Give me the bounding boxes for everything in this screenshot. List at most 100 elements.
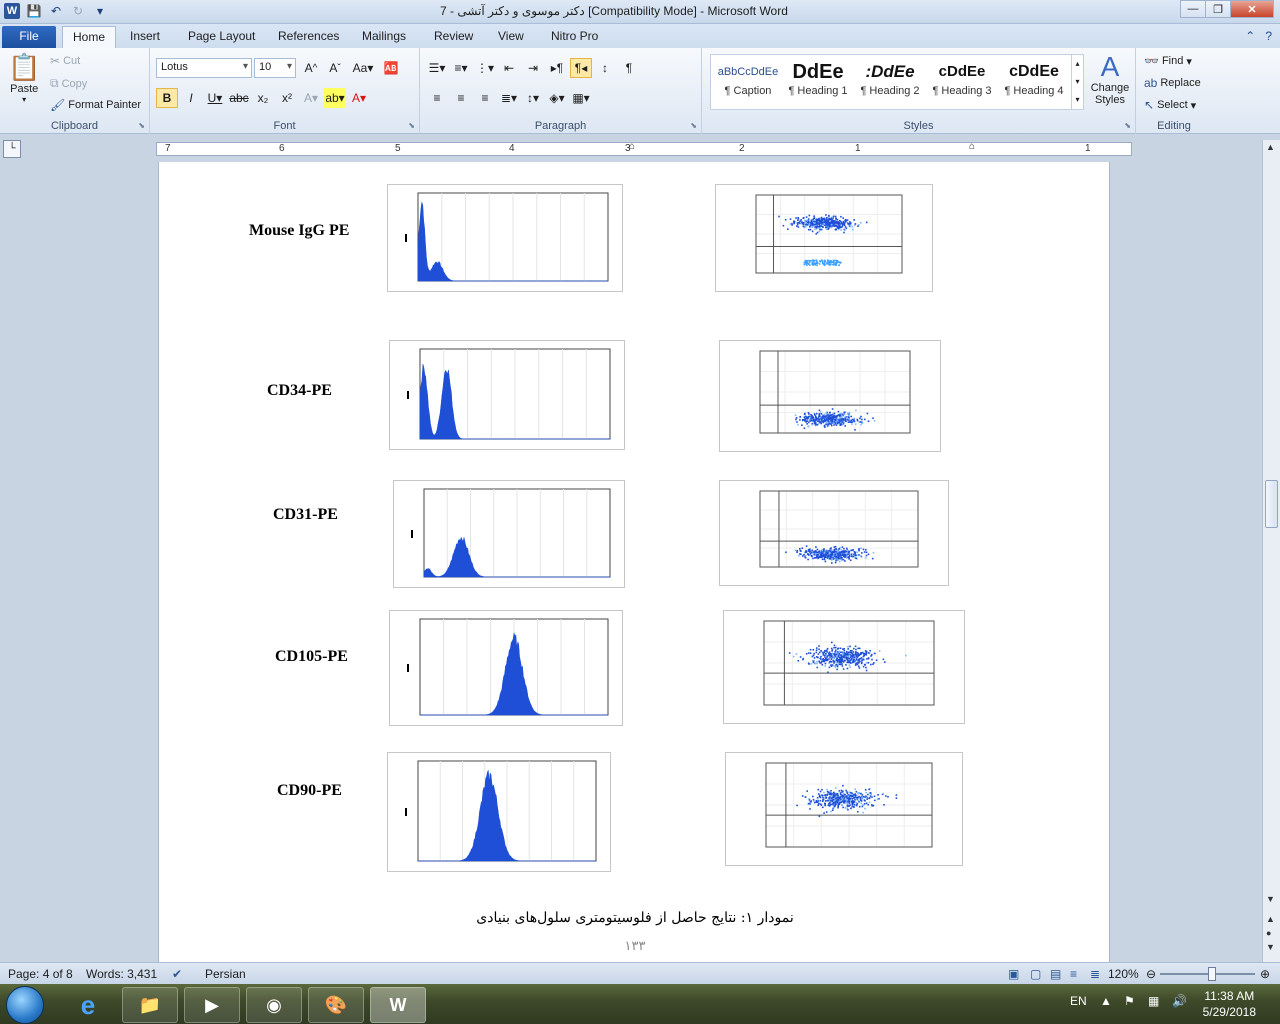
view-print-layout-icon[interactable]: ▣	[1008, 967, 1019, 981]
increase-indent-icon[interactable]: ⇥	[522, 58, 544, 78]
zoom-slider-knob[interactable]	[1208, 967, 1216, 981]
volume-icon[interactable]: 🔊	[1172, 994, 1187, 1008]
style-heading-3[interactable]: cDdEe ¶ Heading 3	[927, 57, 997, 107]
scroll-up-icon[interactable]: ▲	[1266, 142, 1275, 152]
indent-marker-icon[interactable]: ⌂	[629, 141, 635, 152]
language-indicator[interactable]: Persian	[205, 967, 246, 981]
multilevel-list-icon[interactable]: ⋮▾	[474, 58, 496, 78]
shrink-font-icon[interactable]: Aˇ	[324, 58, 346, 78]
dialog-launcher-icon[interactable]: ⬊	[138, 121, 145, 130]
tab-file[interactable]: File	[2, 26, 56, 48]
replace-button[interactable]: ab Replace	[1144, 76, 1201, 90]
view-web-layout-icon[interactable]: ▤	[1050, 967, 1061, 981]
align-left-icon[interactable]: ≡	[426, 88, 448, 108]
tab-page-layout[interactable]: Page Layout	[178, 26, 265, 48]
decrease-indent-icon[interactable]: ⇤	[498, 58, 520, 78]
grow-font-icon[interactable]: A ^	[300, 58, 322, 78]
network-icon[interactable]: ▦	[1148, 994, 1159, 1008]
clock[interactable]: 11:38 AM 5/29/2018	[1203, 988, 1256, 1020]
scroll-thumb[interactable]	[1265, 480, 1278, 528]
style-heading-4[interactable]: cDdEe ¶ Heading 4	[999, 57, 1069, 107]
text-effects-icon[interactable]: A▾	[300, 88, 322, 108]
bold-icon[interactable]: B	[156, 88, 178, 108]
chrome-icon[interactable]: ◉	[246, 987, 302, 1023]
ltr-icon[interactable]: ▸¶	[546, 58, 568, 78]
justify-icon[interactable]: ≣▾	[498, 88, 520, 108]
tab-nitro-pro[interactable]: Nitro Pro	[541, 26, 608, 48]
dialog-launcher-icon[interactable]: ⬊	[1124, 121, 1131, 130]
tab-selector-button[interactable]: └	[3, 140, 21, 158]
select-button[interactable]: ↖ Select ▾	[1144, 98, 1196, 112]
tab-view[interactable]: View	[488, 26, 534, 48]
view-full-screen-icon[interactable]: ▢	[1030, 967, 1041, 981]
italic-icon[interactable]: I	[180, 88, 202, 108]
copy-button[interactable]: ⧉ Copy	[50, 76, 87, 91]
show-hidden-icons-icon[interactable]: ▲	[1100, 994, 1112, 1008]
bullets-icon[interactable]: ☰▾	[426, 58, 448, 78]
vertical-scrollbar[interactable]: ▲ ▼ ▲ ● ▼	[1262, 140, 1280, 962]
zoom-out-icon[interactable]: ⊖	[1146, 967, 1156, 981]
tab-mailings[interactable]: Mailings	[352, 26, 416, 48]
line-spacing-icon[interactable]: ↕▾	[522, 88, 544, 108]
format-painter-button[interactable]: 🖌 Format Painter	[50, 98, 141, 112]
rtl-icon[interactable]: ¶◂	[570, 58, 592, 78]
previous-page-icon[interactable]: ▲	[1266, 914, 1275, 924]
paint-icon[interactable]: 🎨	[308, 987, 364, 1023]
strikethrough-icon[interactable]: abc	[228, 88, 250, 108]
proofing-icon[interactable]: ✔	[172, 967, 182, 981]
subscript-icon[interactable]: x₂	[252, 88, 274, 108]
word-logo-icon[interactable]: W	[4, 3, 20, 19]
close-button[interactable]: ✕	[1230, 0, 1274, 18]
right-indent-marker-icon[interactable]: ⌂	[969, 141, 975, 152]
change-case-icon[interactable]: Aa▾	[348, 58, 378, 78]
view-draft-icon[interactable]: ≣	[1090, 967, 1100, 981]
help-icon[interactable]: ?	[1265, 29, 1272, 43]
numbering-icon[interactable]: ≡▾	[450, 58, 472, 78]
style-heading-2[interactable]: :DdEe ¶ Heading 2	[855, 57, 925, 107]
word-count[interactable]: Words: 3,431	[86, 967, 157, 981]
browse-object-icon[interactable]: ●	[1266, 928, 1271, 938]
tab-insert[interactable]: Insert	[120, 26, 170, 48]
find-button[interactable]: 👓 Find ▾	[1144, 54, 1192, 68]
shading-icon[interactable]: ◈▾	[546, 88, 568, 108]
clear-formatting-icon[interactable]: 🆎	[380, 58, 402, 78]
align-right-icon[interactable]: ≡	[474, 88, 496, 108]
save-icon[interactable]: 💾	[26, 3, 42, 19]
next-page-icon[interactable]: ▼	[1266, 942, 1275, 952]
explorer-icon[interactable]: 📁	[122, 987, 178, 1023]
minimize-button[interactable]: —	[1180, 0, 1206, 18]
superscript-icon[interactable]: x²	[276, 88, 298, 108]
dialog-launcher-icon[interactable]: ⬊	[408, 121, 415, 130]
font-color-icon[interactable]: A▾	[348, 88, 370, 108]
scroll-down-icon[interactable]: ▼	[1266, 894, 1275, 904]
font-name-combo[interactable]: Lotus	[156, 58, 252, 78]
show-formatting-icon[interactable]: ¶	[618, 58, 640, 78]
tab-home[interactable]: Home	[62, 26, 117, 48]
tab-review[interactable]: Review	[424, 26, 483, 48]
dialog-launcher-icon[interactable]: ⬊	[690, 121, 697, 130]
change-styles-button[interactable]: A Change Styles	[1088, 52, 1132, 107]
align-center-icon[interactable]: ≡	[450, 88, 472, 108]
zoom-in-icon[interactable]: ⊕	[1260, 967, 1270, 981]
tab-references[interactable]: References	[268, 26, 349, 48]
redo-icon[interactable]: ↻	[70, 3, 86, 19]
page-count[interactable]: Page: 4 of 8	[8, 967, 73, 981]
document-page[interactable]: Mouse IgG PE CD34-PE CD31-PE CD105-PE CD…	[158, 162, 1110, 962]
start-button[interactable]	[6, 986, 44, 1024]
zoom-level[interactable]: 120%	[1108, 967, 1139, 981]
styles-scroll[interactable]: ▴ ▾ ▾	[1071, 55, 1083, 109]
input-language[interactable]: EN	[1070, 994, 1087, 1008]
font-size-combo[interactable]: 10	[254, 58, 296, 78]
restore-button[interactable]: ❐	[1205, 0, 1231, 18]
style-heading-1[interactable]: DdEe ¶ Heading 1	[783, 57, 853, 107]
horizontal-ruler[interactable]: 7 6 5 4 3 2 1 1 ⌂ ⌂	[156, 141, 1132, 156]
undo-icon[interactable]: ↶	[48, 3, 64, 19]
minimize-ribbon-icon[interactable]: ⌃	[1245, 29, 1255, 43]
cut-button[interactable]: ✂ Cut	[50, 54, 80, 68]
style-caption[interactable]: aBbCcDdEe ¶ Caption	[713, 57, 783, 107]
borders-icon[interactable]: ▦▾	[570, 88, 592, 108]
customize-quick-access-icon[interactable]: ▾	[92, 3, 108, 19]
word-icon[interactable]: W	[370, 987, 426, 1023]
media-player-icon[interactable]: ▶	[184, 987, 240, 1023]
paste-button[interactable]: 📋 Paste ▾	[8, 52, 40, 104]
